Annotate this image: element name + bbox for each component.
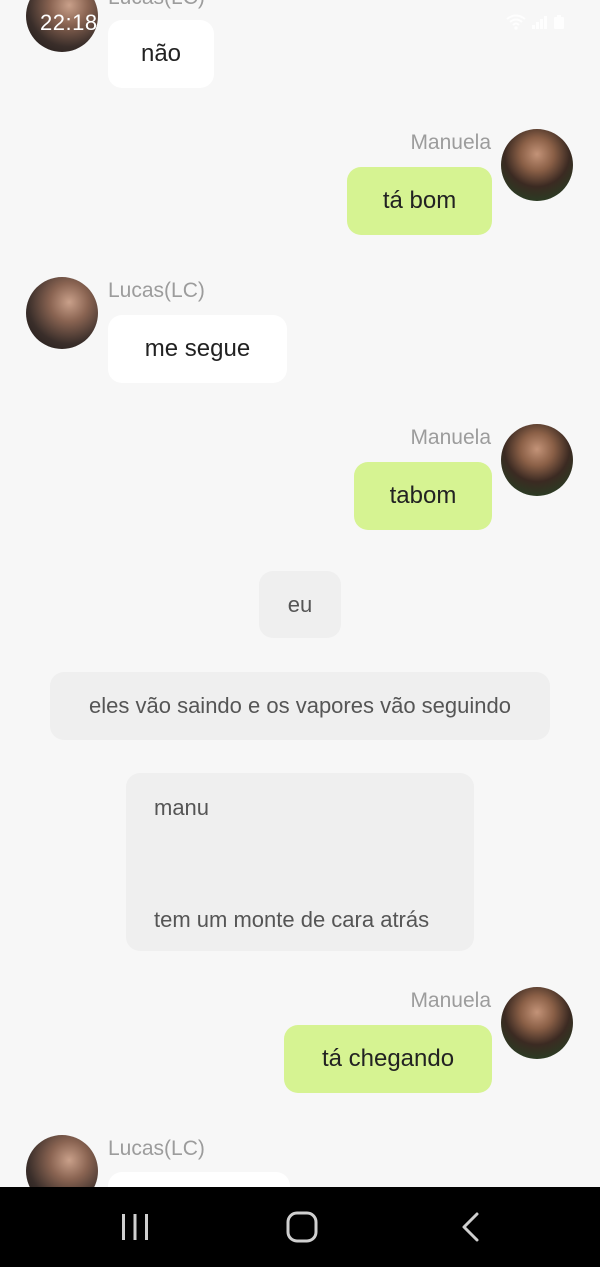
- home-button[interactable]: [262, 1187, 342, 1267]
- home-icon: [286, 1211, 318, 1243]
- sender-name: Lucas(LC): [108, 279, 205, 302]
- avatar-lucas[interactable]: [26, 277, 98, 349]
- narration-bubble[interactable]: eles vão saindo e os vapores vão seguind…: [50, 672, 550, 740]
- message-bubble[interactable]: [108, 1172, 290, 1187]
- sender-name: Manuela: [410, 989, 491, 1012]
- narration-bubble[interactable]: eu: [259, 571, 341, 638]
- narration-line: tem um monte de cara atrás: [154, 907, 430, 932]
- avatar-manuela[interactable]: [501, 129, 573, 201]
- signal-icon: [532, 16, 547, 29]
- message-bubble[interactable]: tá bom: [347, 167, 492, 235]
- battery-icon: [554, 15, 564, 29]
- sender-name: Lucas(LC): [108, 1137, 205, 1160]
- narration-bubble[interactable]: manu tem um monte de cara atrás: [126, 773, 474, 951]
- navigation-bar: [0, 1187, 600, 1267]
- sender-name: Lucas(LC): [108, 0, 205, 10]
- avatar-manuela[interactable]: [501, 424, 573, 496]
- message-bubble[interactable]: tabom: [354, 462, 492, 530]
- message-bubble[interactable]: tá chegando: [284, 1025, 492, 1093]
- chat-message-list[interactable]: 22:18 Lucas(LC) não Manuela: [0, 0, 600, 1187]
- avatar-lucas[interactable]: [26, 1135, 98, 1187]
- avatar-manuela[interactable]: [501, 987, 573, 1059]
- message-bubble[interactable]: não: [108, 20, 214, 88]
- sender-name: Manuela: [410, 426, 491, 449]
- status-time: 22:18: [40, 10, 98, 35]
- recent-apps-icon: [122, 1214, 148, 1240]
- narration-line: manu: [154, 795, 210, 820]
- message-bubble[interactable]: me segue: [108, 315, 287, 383]
- sender-name: Manuela: [410, 131, 491, 154]
- back-icon: [462, 1212, 479, 1242]
- recent-apps-button[interactable]: [95, 1187, 175, 1267]
- back-button[interactable]: [430, 1187, 510, 1267]
- wifi-icon: [506, 14, 526, 30]
- chat-screen: 22:18 Lucas(LC) não Manuela: [0, 0, 600, 1267]
- status-icons: [506, 14, 564, 30]
